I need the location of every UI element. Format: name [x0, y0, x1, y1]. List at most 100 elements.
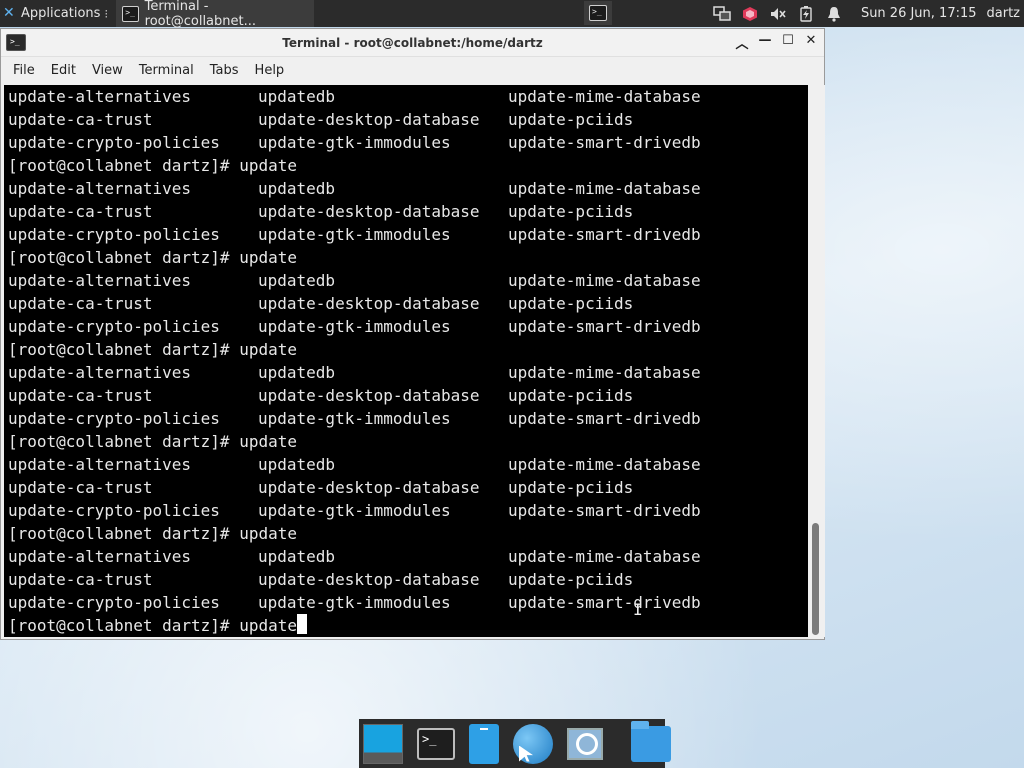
completion-item: update-pciids — [508, 202, 634, 221]
window-title: Terminal - root@collabnet:/home/dartz — [282, 35, 543, 50]
completion-row: update-alternatives updatedb update-mime-d… — [8, 545, 808, 568]
prompt-text: [root@collabnet dartz]# update — [8, 340, 297, 359]
prompt-line: [root@collabnet dartz]# update — [8, 246, 808, 269]
completion-item: update-smart-drivedb — [508, 133, 701, 152]
completion-item: update-mime-database — [508, 271, 701, 290]
completion-row: update-alternatives updatedb update-mime-d… — [8, 177, 808, 200]
completion-item: update-desktop-database — [258, 478, 480, 497]
completion-row: update-ca-trust update-desktop-database up… — [8, 200, 808, 223]
completion-item: updatedb — [258, 547, 336, 566]
notification-bell-icon[interactable] — [825, 5, 843, 23]
completion-item: updatedb — [258, 271, 336, 290]
battery-charging-icon[interactable] — [797, 5, 815, 23]
show-desktop-button[interactable] — [363, 723, 403, 765]
applications-menu-button[interactable]: Applications ⁝ — [0, 0, 112, 27]
completion-row: update-crypto-policies update-gtk-immodul… — [8, 223, 808, 246]
prompt-line: [root@collabnet dartz]# update — [8, 430, 808, 453]
completion-item: updatedb — [258, 179, 336, 198]
package-updates-icon[interactable] — [741, 5, 759, 23]
app-finder-icon — [567, 727, 603, 760]
completion-item: update-gtk-immodules — [258, 501, 451, 520]
terminal-icon — [589, 5, 607, 21]
completion-row: update-crypto-policies update-gtk-immodul… — [8, 131, 808, 154]
taskbar-terminal-button[interactable]: Terminal - root@collabnet... — [116, 0, 315, 29]
completion-row: update-ca-trust update-desktop-database up… — [8, 292, 808, 315]
completion-item: update-alternatives — [8, 271, 192, 290]
panel-clock[interactable]: Sun 26 Jun, 17:15 — [861, 6, 977, 21]
completion-item: update-mime-database — [508, 547, 701, 566]
completion-row: update-crypto-policies update-gtk-immodul… — [8, 407, 808, 430]
terminal-output[interactable]: update-alternatives updatedb update-mime-d… — [4, 85, 808, 637]
menu-tabs[interactable]: Tabs — [202, 63, 247, 78]
app-finder-launcher[interactable] — [567, 723, 603, 765]
window-titlebar[interactable]: Terminal - root@collabnet:/home/dartz ︿ … — [1, 29, 824, 57]
menu-edit[interactable]: Edit — [43, 63, 84, 78]
terminal-window: Terminal - root@collabnet:/home/dartz ︿ … — [0, 28, 825, 640]
window-controls: ︿ — ☐ ✕ — [735, 33, 818, 52]
workspace-switcher[interactable] — [584, 1, 612, 25]
completion-item: update-ca-trust — [8, 386, 153, 405]
current-prompt-line: [root@collabnet dartz]# update — [8, 614, 808, 637]
completion-row: update-ca-trust update-desktop-database up… — [8, 568, 808, 591]
web-browser-launcher[interactable] — [513, 723, 553, 765]
completion-item: update-ca-trust — [8, 570, 153, 589]
completion-item: update-ca-trust — [8, 478, 153, 497]
shade-window-icon[interactable]: ︿ — [735, 33, 749, 52]
maximize-window-icon[interactable]: ☐ — [781, 33, 795, 52]
menu-help[interactable]: Help — [247, 63, 293, 78]
file-manager-launcher[interactable] — [631, 720, 671, 765]
completion-item: update-crypto-policies — [8, 317, 220, 336]
minimize-window-icon[interactable]: — — [758, 33, 772, 52]
completion-row: update-alternatives updatedb update-mime-d… — [8, 269, 808, 292]
menu-view[interactable]: View — [84, 63, 131, 78]
completion-item: update-gtk-immodules — [258, 317, 451, 336]
close-window-icon[interactable]: ✕ — [804, 33, 818, 52]
menu-file[interactable]: File — [5, 63, 43, 78]
volume-muted-icon[interactable] — [769, 5, 787, 23]
completion-item: update-crypto-policies — [8, 133, 220, 152]
completion-item: update-mime-database — [508, 87, 701, 106]
completion-item: update-alternatives — [8, 363, 192, 382]
prompt-line: [root@collabnet dartz]# update — [8, 522, 808, 545]
completion-row: update-ca-trust update-desktop-database up… — [8, 476, 808, 499]
prompt-text: [root@collabnet dartz]# update — [8, 616, 297, 635]
dock-panel: >_ — [359, 719, 671, 768]
completion-row: update-crypto-policies update-gtk-immodul… — [8, 499, 808, 522]
network-icon[interactable] — [713, 5, 731, 23]
completion-item: update-desktop-database — [258, 110, 480, 129]
completion-item: update-smart-drivedb — [508, 501, 701, 520]
prompt-text: [root@collabnet dartz]# update — [8, 432, 297, 451]
prompt-line: [root@collabnet dartz]# update — [8, 338, 808, 361]
completion-item: update-alternatives — [8, 179, 192, 198]
phone-launcher[interactable] — [469, 723, 499, 765]
completion-item: update-desktop-database — [258, 294, 480, 313]
scrollbar-thumb[interactable] — [812, 523, 819, 635]
completion-item: update-gtk-immodules — [258, 593, 451, 612]
completion-row: update-alternatives updatedb update-mime-d… — [8, 453, 808, 476]
terminal-launcher[interactable]: >_ — [417, 723, 455, 765]
applications-menu-label: Applications — [21, 6, 101, 21]
panel-user-menu[interactable]: dartz — [987, 6, 1020, 21]
completion-item: update-mime-database — [508, 455, 701, 474]
menu-terminal[interactable]: Terminal — [131, 63, 202, 78]
completion-item: update-mime-database — [508, 363, 701, 382]
system-tray: Sun 26 Jun, 17:15 dartz — [713, 0, 1024, 27]
completion-row: update-crypto-policies update-gtk-immodul… — [8, 591, 808, 614]
completion-item: update-mime-database — [508, 179, 701, 198]
completion-item: update-pciids — [508, 294, 634, 313]
completion-item: update-smart-drivedb — [508, 317, 701, 336]
terminal-icon — [122, 5, 139, 22]
completion-item: update-gtk-immodules — [258, 225, 451, 244]
completion-row: update-crypto-policies update-gtk-immodul… — [8, 315, 808, 338]
prompt-text: [root@collabnet dartz]# update — [8, 248, 297, 267]
completion-item: update-crypto-policies — [8, 409, 220, 428]
terminal-cursor — [296, 614, 307, 634]
completion-row: update-ca-trust update-desktop-database up… — [8, 384, 808, 407]
completion-item: update-smart-drivedb — [508, 409, 701, 428]
text-cursor-icon: I — [633, 600, 643, 619]
completion-item: update-ca-trust — [8, 294, 153, 313]
terminal-icon: >_ — [417, 727, 455, 760]
completion-item: update-desktop-database — [258, 386, 480, 405]
terminal-scrollbar[interactable] — [809, 85, 825, 637]
phone-icon — [469, 723, 499, 764]
